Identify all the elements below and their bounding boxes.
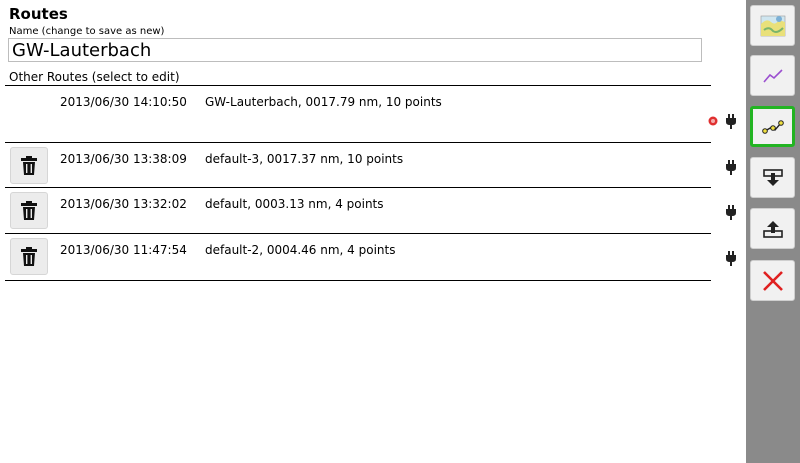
import-icon [762, 168, 783, 186]
close-button[interactable] [750, 260, 795, 301]
active-route-dot-icon [708, 116, 718, 126]
import-button[interactable] [750, 157, 795, 198]
route-name-input[interactable] [8, 38, 702, 62]
route-date: 2013/06/30 11:47:54 [60, 243, 187, 257]
track-icon [762, 68, 783, 83]
track-button[interactable] [750, 55, 795, 96]
plug-icon[interactable] [725, 251, 737, 266]
route-row-gw-lauterbach[interactable]: 2013/06/30 14:10:50 GW-Lauterbach, 0017.… [5, 86, 740, 143]
right-toolbar [746, 0, 800, 463]
route-description: default, 0003.13 nm, 4 points [205, 197, 384, 211]
other-routes-label: Other Routes (select to edit) [9, 70, 180, 84]
delete-route-button[interactable] [10, 238, 48, 275]
routes-panel: Routes Name (change to save as new) Othe… [0, 0, 746, 463]
trash-icon [21, 156, 37, 175]
plug-icon[interactable] [725, 114, 737, 129]
route-date: 2013/06/30 13:38:09 [60, 152, 187, 166]
map-icon [760, 15, 785, 36]
name-field-label: Name (change to save as new) [9, 26, 165, 37]
route-description: GW-Lauterbach, 0017.79 nm, 10 points [205, 95, 442, 109]
route-button[interactable] [750, 106, 795, 147]
page-title: Routes [9, 5, 68, 23]
export-icon [762, 220, 783, 238]
route-row-default[interactable]: 2013/06/30 13:32:02 default, 0003.13 nm,… [5, 188, 740, 234]
plug-icon[interactable] [725, 205, 737, 220]
route-row-default-2[interactable]: 2013/06/30 11:47:54 default-2, 0004.46 n… [5, 234, 740, 281]
row-divider [5, 280, 711, 281]
delete-route-button[interactable] [10, 147, 48, 184]
map-button[interactable] [750, 5, 795, 46]
export-button[interactable] [750, 208, 795, 249]
route-date: 2013/06/30 14:10:50 [60, 95, 187, 109]
route-date: 2013/06/30 13:32:02 [60, 197, 187, 211]
route-description: default-2, 0004.46 nm, 4 points [205, 243, 396, 257]
route-description: default-3, 0017.37 nm, 10 points [205, 152, 404, 166]
trash-icon [21, 247, 37, 266]
route-row-default-3[interactable]: 2013/06/30 13:38:09 default-3, 0017.37 n… [5, 143, 740, 188]
plug-icon[interactable] [725, 160, 737, 175]
route-icon [761, 119, 784, 134]
trash-icon [21, 201, 37, 220]
delete-route-button[interactable] [10, 192, 48, 229]
close-icon [762, 270, 783, 291]
